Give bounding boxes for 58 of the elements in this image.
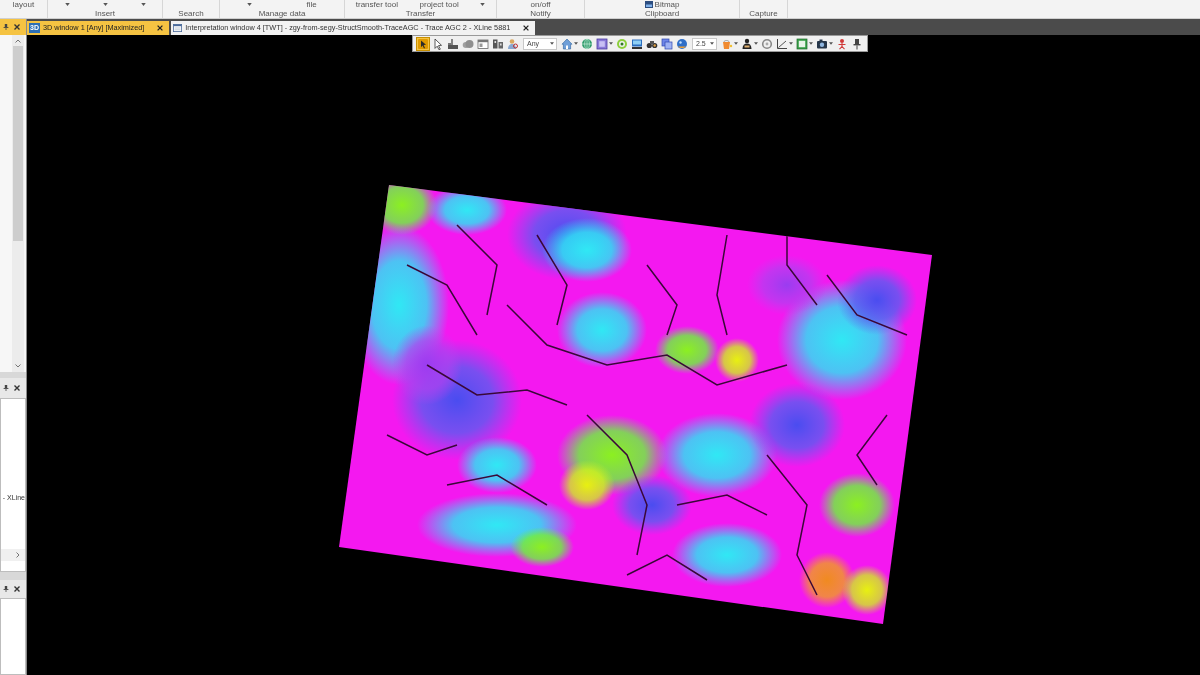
scroll-up-icon[interactable] [15, 39, 21, 43]
pin-icon[interactable] [3, 586, 9, 592]
ribbon-group-label: Notify [530, 9, 551, 18]
caret-icon[interactable] [574, 42, 578, 45]
ribbon-group-label: Search [178, 9, 204, 18]
horizontal-scrollbar[interactable] [1, 549, 25, 561]
globe-icon[interactable] [580, 36, 594, 51]
ribbon-button[interactable]: project tool [419, 0, 459, 9]
window-icon[interactable] [476, 36, 490, 51]
scroll-right-icon[interactable] [16, 552, 20, 558]
dropdown-caret-icon[interactable] [140, 3, 146, 6]
caret-icon[interactable] [753, 42, 758, 45]
sphere-icon[interactable] [675, 36, 689, 51]
close-icon[interactable] [523, 25, 530, 31]
ribbon-group-label: Clipboard [644, 9, 680, 18]
ribbon-button[interactable]: layout [12, 0, 35, 9]
cursor-square-icon[interactable] [416, 36, 430, 51]
image-icon[interactable] [644, 1, 653, 8]
axes-icon[interactable] [775, 37, 788, 50]
close-icon[interactable] [14, 586, 20, 592]
ribbon-group-label: Capture [749, 9, 778, 18]
close-icon[interactable] [157, 25, 164, 31]
frame-icon[interactable] [596, 37, 608, 50]
dropdown-caret-icon[interactable] [64, 3, 70, 6]
caret-icon[interactable] [828, 42, 833, 45]
ribbon-group-label: Insert [95, 9, 115, 18]
ribbon-group-label: Transfer [405, 9, 436, 18]
close-icon[interactable] [14, 24, 20, 30]
layers-icon[interactable] [660, 36, 674, 51]
vertical-scrollbar[interactable] [12, 35, 24, 372]
ruler-icon[interactable] [446, 36, 460, 51]
ribbon-button[interactable]: transfer tool [355, 0, 398, 9]
house-icon[interactable] [561, 37, 573, 50]
person-icon[interactable] [740, 37, 753, 50]
panel-icon[interactable] [795, 37, 808, 50]
dropdown-caret-icon[interactable] [102, 3, 108, 6]
caret-icon[interactable] [808, 42, 813, 45]
window-grid-icon [173, 24, 183, 32]
ribbon-button[interactable]: Bitmap [654, 0, 680, 9]
pin-icon[interactable] [3, 24, 9, 30]
caret-icon[interactable] [733, 42, 738, 45]
scrollbar-thumb[interactable] [13, 46, 23, 241]
dropdown-caret-icon[interactable] [247, 3, 253, 6]
camera-icon[interactable] [815, 37, 828, 50]
caret-icon[interactable] [709, 42, 714, 45]
dropdown-caret-icon[interactable] [480, 3, 486, 6]
arrow-cursor-icon[interactable] [431, 36, 445, 51]
ribbon-button[interactable]: file [306, 0, 317, 9]
ribbon-group-label: Manage data [258, 9, 306, 18]
caret-icon[interactable] [788, 42, 793, 45]
tool-menu-button[interactable] [774, 36, 794, 51]
close-icon[interactable] [14, 385, 20, 391]
caret-icon[interactable] [550, 42, 554, 45]
user-magnifier-icon[interactable] [506, 36, 520, 51]
pin-icon[interactable] [3, 385, 9, 391]
ribbon-button[interactable]: on/off [530, 0, 551, 9]
scroll-down-icon[interactable] [15, 364, 21, 368]
caret-icon[interactable] [609, 42, 613, 45]
